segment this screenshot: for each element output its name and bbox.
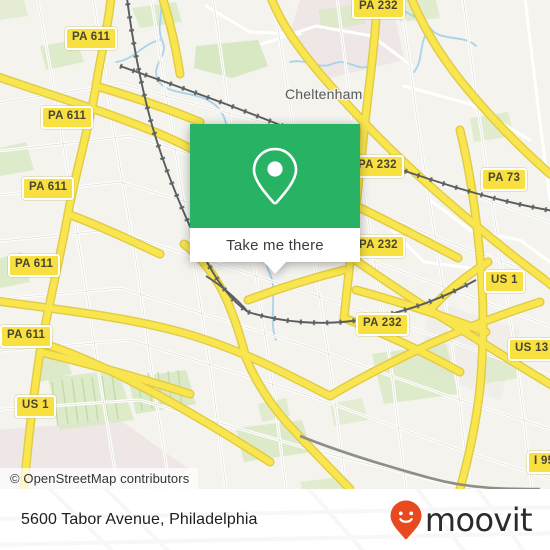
popup-tail <box>263 261 287 274</box>
map-screenshot: Cheltenham PA 232 PA 611 PA 611 PA 611 PA 61… <box>0 0 550 550</box>
shield-pa-611-d: PA 611 <box>8 254 61 277</box>
address-text: 5600 Tabor Avenue, Philadelphia <box>21 510 258 528</box>
shield-pa-611-c: PA 611 <box>22 177 75 200</box>
moovit-wordmark: moovit <box>424 500 533 539</box>
shield-pa-611-b: PA 611 <box>41 106 94 129</box>
moovit-logo[interactable]: moovit <box>389 499 533 541</box>
map-pin-icon <box>252 147 298 205</box>
shield-pa-73: PA 73 <box>481 168 528 191</box>
map-canvas[interactable]: Cheltenham PA 232 PA 611 PA 611 PA 611 PA 61… <box>0 0 550 489</box>
popup-body: Take me there <box>190 124 360 262</box>
shield-i-95: I 95 <box>527 451 550 474</box>
shield-us-1-right: US 1 <box>484 270 525 293</box>
shield-us-13: US 13 <box>508 338 550 361</box>
shield-pa-611-a: PA 611 <box>65 27 118 50</box>
popup-header <box>190 124 360 228</box>
take-me-there-button[interactable]: Take me there <box>190 228 360 262</box>
osm-attribution[interactable]: © OpenStreetMap contributors <box>0 468 199 489</box>
place-label: Cheltenham <box>285 86 363 102</box>
footer-bar: 5600 Tabor Avenue, Philadelphia moovit <box>0 489 550 550</box>
location-popup[interactable]: Take me there <box>190 124 360 274</box>
moovit-pin-smiley-icon <box>390 500 422 539</box>
shield-pa-611-e: PA 611 <box>0 325 53 348</box>
shield-pa-232-top: PA 232 <box>352 0 405 19</box>
shield-us-1-left: US 1 <box>15 395 56 418</box>
shield-pa-232-d: PA 232 <box>356 313 409 336</box>
